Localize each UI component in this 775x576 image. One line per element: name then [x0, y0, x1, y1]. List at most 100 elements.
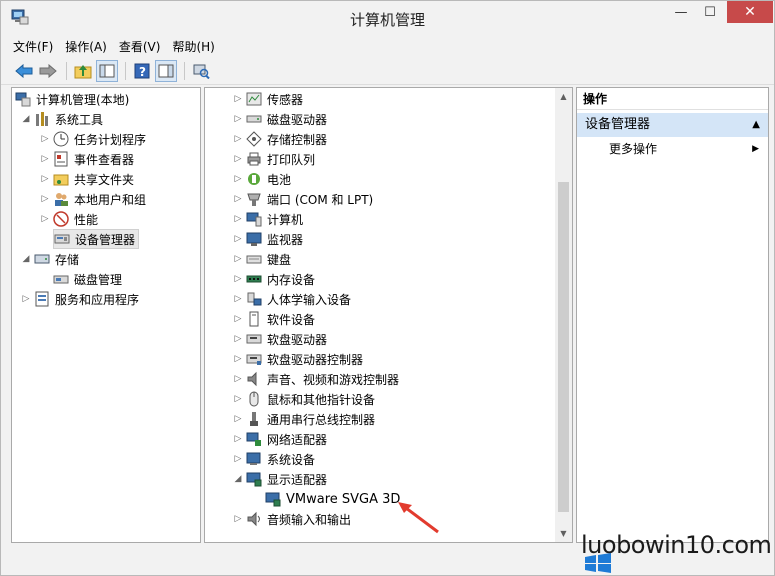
- device-category-row[interactable]: ◢ 显示适配器: [233, 469, 327, 489]
- device-category-row[interactable]: ▷ 通用串行总线控制器: [233, 409, 375, 429]
- tree-item-label: 任务计划程序: [74, 132, 147, 147]
- tree-item-system-tools[interactable]: ◢ 系统工具: [21, 109, 103, 129]
- up-level-button[interactable]: [72, 60, 94, 82]
- vertical-scrollbar[interactable]: ▲ ▼: [555, 88, 572, 542]
- device-category-row[interactable]: ▷ 传感器: [233, 89, 303, 109]
- actions-section-device-manager[interactable]: 设备管理器 ▲: [577, 113, 768, 137]
- collapsed-arrow-icon[interactable]: ▷: [233, 174, 243, 184]
- collapsed-arrow-icon[interactable]: ▷: [233, 374, 243, 384]
- device-category-row[interactable]: ▷ 内存设备: [233, 269, 315, 289]
- collapsed-arrow-icon[interactable]: ▷: [233, 134, 243, 144]
- device-category-row[interactable]: ▷ 电池: [233, 169, 291, 189]
- tree-item-local-users-groups[interactable]: ▷ 本地用户和组: [40, 189, 146, 209]
- device-category-row[interactable]: ▷ 计算机: [233, 209, 303, 229]
- folder-up-icon: [74, 64, 92, 78]
- show-hide-tree-button[interactable]: [96, 59, 118, 82]
- collapsed-arrow-icon[interactable]: ▷: [233, 154, 243, 164]
- close-button[interactable]: ✕: [727, 1, 773, 23]
- collapsed-arrow-icon[interactable]: ▷: [233, 434, 243, 444]
- device-category-row[interactable]: ▷ 软件设备: [233, 309, 315, 329]
- device-category-row[interactable]: ▷ 打印队列: [233, 149, 315, 169]
- collapsed-arrow-icon[interactable]: ▷: [233, 194, 243, 204]
- device-category-row[interactable]: VMware SVGA 3D: [265, 489, 400, 509]
- device-category-row[interactable]: ▷ 磁盘驱动器: [233, 109, 327, 129]
- menu-action[interactable]: 操作(A): [65, 38, 107, 55]
- forward-button[interactable]: [37, 60, 59, 82]
- device-category-row[interactable]: ▷ 存储控制器: [233, 129, 327, 149]
- device-category-label: 鼠标和其他指针设备: [267, 392, 376, 407]
- collapsed-arrow-icon[interactable]: ▷: [233, 114, 243, 124]
- tree-item-performance[interactable]: ▷ 性能: [40, 209, 98, 229]
- collapsed-arrow-icon[interactable]: ▷: [233, 234, 243, 244]
- menu-file[interactable]: 文件(F): [13, 38, 53, 55]
- tree-item-task-scheduler[interactable]: ▷ 任务计划程序: [40, 129, 146, 149]
- device-category-row[interactable]: ▷ 软盘驱动器: [233, 329, 327, 349]
- device-manager-icon: [54, 234, 70, 244]
- show-action-pane-button[interactable]: [155, 59, 177, 82]
- device-category-label: 打印队列: [267, 152, 316, 167]
- collapsed-arrow-icon[interactable]: ▷: [233, 414, 243, 424]
- printer-icon: [247, 152, 261, 166]
- collapsed-arrow-icon[interactable]: ▷: [233, 334, 243, 344]
- expanded-arrow-icon[interactable]: ◢: [21, 254, 31, 264]
- collapse-arrow-icon[interactable]: ▲: [752, 113, 760, 137]
- tree-item-storage[interactable]: ◢ 存储: [21, 249, 79, 269]
- tree-item-label: 本地用户和组: [74, 192, 147, 207]
- tree-item-device-manager[interactable]: 设备管理器: [53, 229, 140, 249]
- scan-hardware-button[interactable]: [190, 60, 212, 82]
- more-actions-label: 更多操作: [609, 142, 658, 156]
- device-category-row[interactable]: ▷ 鼠标和其他指针设备: [233, 389, 375, 409]
- display-adapter-icon: [246, 472, 262, 487]
- collapsed-arrow-icon[interactable]: ▷: [233, 514, 243, 524]
- monitor-icon: [246, 232, 262, 246]
- sound-icon: [247, 371, 257, 387]
- toolbar-separator: [184, 61, 185, 80]
- collapsed-arrow-icon[interactable]: ▷: [233, 314, 243, 324]
- device-category-row[interactable]: ▷ 监视器: [233, 229, 303, 249]
- device-category-row[interactable]: ▷ 网络适配器: [233, 429, 327, 449]
- help-button[interactable]: ?: [131, 60, 153, 82]
- collapsed-arrow-icon[interactable]: ▷: [233, 394, 243, 404]
- collapsed-arrow-icon[interactable]: ▷: [233, 354, 243, 364]
- tree-item-event-viewer[interactable]: ▷ 事件查看器: [40, 149, 134, 169]
- scroll-up-arrow-icon[interactable]: ▲: [555, 88, 572, 105]
- collapsed-arrow-icon[interactable]: ▷: [40, 194, 50, 204]
- device-category-row[interactable]: ▷ 系统设备: [233, 449, 315, 469]
- collapsed-arrow-icon[interactable]: ▷: [21, 294, 31, 304]
- collapsed-arrow-icon[interactable]: ▷: [40, 174, 50, 184]
- collapsed-arrow-icon[interactable]: ▷: [40, 214, 50, 224]
- action-pane-icon: [158, 64, 174, 77]
- collapsed-arrow-icon[interactable]: ▷: [233, 274, 243, 284]
- submenu-arrow-icon: ▶: [752, 144, 759, 154]
- device-category-row[interactable]: ▷ 人体学输入设备: [233, 289, 351, 309]
- tree-item-disk-management[interactable]: 磁盘管理: [53, 269, 122, 289]
- scrollbar-thumb[interactable]: [558, 182, 569, 512]
- tree-item-computer-management[interactable]: 计算机管理(本地): [15, 89, 129, 109]
- shared-folder-icon: [53, 174, 69, 186]
- expanded-arrow-icon[interactable]: ◢: [233, 474, 243, 484]
- collapsed-arrow-icon[interactable]: ▷: [40, 154, 50, 164]
- more-actions-item[interactable]: 更多操作 ▶: [609, 139, 759, 159]
- collapsed-arrow-icon[interactable]: ▷: [233, 294, 243, 304]
- expanded-arrow-icon[interactable]: ◢: [21, 114, 31, 124]
- device-category-row[interactable]: ▷ 声音、视频和游戏控制器: [233, 369, 399, 389]
- device-category-row[interactable]: ▷ 端口 (COM 和 LPT): [233, 189, 374, 209]
- collapsed-arrow-icon[interactable]: ▷: [233, 94, 243, 104]
- device-category-row[interactable]: ▷ 键盘: [233, 249, 291, 269]
- collapsed-arrow-icon[interactable]: ▷: [233, 214, 243, 224]
- forward-arrow-icon: [39, 63, 57, 78]
- collapsed-arrow-icon[interactable]: ▷: [40, 134, 50, 144]
- collapsed-arrow-icon[interactable]: ▷: [233, 454, 243, 464]
- minimize-button[interactable]: —: [668, 1, 694, 23]
- scan-hardware-icon: [193, 64, 210, 79]
- maximize-button[interactable]: ☐: [694, 1, 726, 23]
- device-category-row[interactable]: ▷ 软盘驱动器控制器: [233, 349, 363, 369]
- device-category-row[interactable]: ▷ 音频输入和输出: [233, 509, 351, 529]
- tree-item-services-applications[interactable]: ▷ 服务和应用程序: [21, 289, 139, 309]
- scroll-down-arrow-icon[interactable]: ▼: [555, 525, 572, 542]
- menu-help[interactable]: 帮助(H): [172, 38, 214, 55]
- tree-item-shared-folders[interactable]: ▷ 共享文件夹: [40, 169, 134, 189]
- collapsed-arrow-icon[interactable]: ▷: [233, 254, 243, 264]
- menu-view[interactable]: 查看(V): [119, 38, 161, 55]
- back-button[interactable]: [13, 60, 35, 82]
